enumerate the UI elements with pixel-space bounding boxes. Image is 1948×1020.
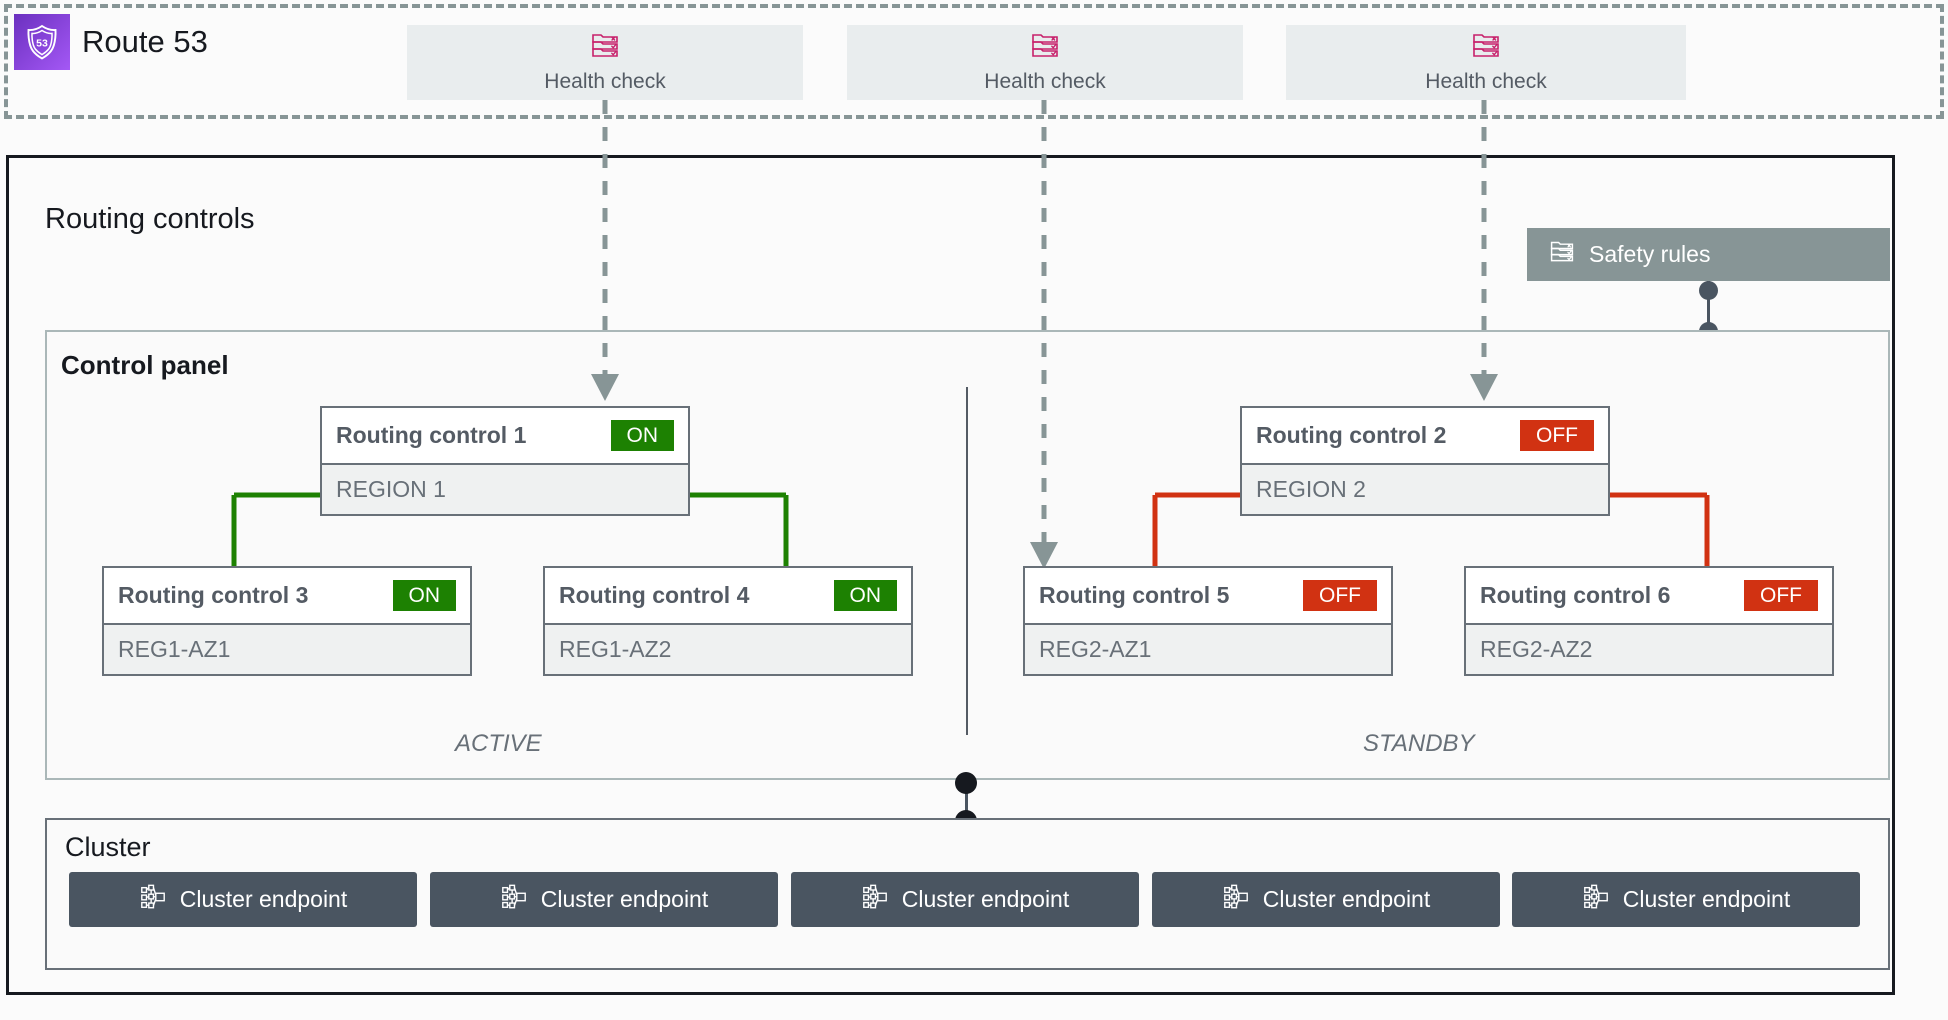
routing-control-header: Routing control 1 ON [322, 408, 688, 465]
cluster-endpoint-label: Cluster endpoint [1262, 886, 1431, 912]
routing-control-header: Routing control 6 OFF [1466, 568, 1832, 625]
status-badge[interactable]: ON [610, 420, 674, 451]
cluster-endpoint-3[interactable]: Cluster endpoint [791, 872, 1139, 927]
routing-control-header: Routing control 2 OFF [1242, 408, 1608, 465]
routing-control-4[interactable]: Routing control 4 ON REG1-AZ2 [543, 566, 913, 676]
cluster-endpoint-label: Cluster endpoint [901, 886, 1070, 912]
route53-logo-text: 53 [36, 38, 48, 50]
cluster-endpoint-icon [139, 883, 167, 916]
health-check-box-1[interactable]: Health check [407, 25, 803, 100]
safety-rules-connector-dot-top [1699, 281, 1718, 300]
control-panel-title: Control panel [61, 350, 229, 380]
status-badge[interactable]: OFF [1744, 580, 1818, 611]
routing-control-region: REG1-AZ1 [104, 625, 470, 674]
routing-control-region: REG2-AZ2 [1466, 625, 1832, 674]
routing-control-region: REG1-AZ2 [545, 625, 911, 674]
cluster-endpoint-icon [1582, 883, 1610, 916]
control-panel-divider [966, 387, 968, 735]
status-badge[interactable]: OFF [1303, 580, 1377, 611]
routing-control-header: Routing control 3 ON [104, 568, 470, 625]
cluster-endpoint-label: Cluster endpoint [179, 886, 348, 912]
cluster-connector-dot-top [955, 772, 977, 794]
health-check-icon [590, 31, 620, 66]
routing-control-1[interactable]: Routing control 1 ON REGION 1 [320, 406, 690, 516]
cluster-endpoint-icon [500, 883, 528, 916]
routing-control-name: Routing control 6 [1480, 582, 1671, 608]
routing-control-region: REGION 2 [1242, 465, 1608, 514]
routing-control-name: Routing control 3 [118, 582, 309, 608]
status-badge[interactable]: ON [392, 580, 456, 611]
health-check-box-2[interactable]: Health check [847, 25, 1243, 100]
health-check-label: Health check [984, 70, 1106, 93]
routing-control-name: Routing control 5 [1039, 582, 1230, 608]
routing-controls-title: Routing controls [45, 203, 255, 235]
routing-control-3[interactable]: Routing control 3 ON REG1-AZ1 [102, 566, 472, 676]
routing-control-header: Routing control 4 ON [545, 568, 911, 625]
status-badge[interactable]: ON [833, 580, 897, 611]
routing-control-2[interactable]: Routing control 2 OFF REGION 2 [1240, 406, 1610, 516]
mode-label-standby: STANDBY [1363, 730, 1475, 757]
cluster-endpoint-icon [1222, 883, 1250, 916]
routing-control-region: REG2-AZ1 [1025, 625, 1391, 674]
health-check-label: Health check [1425, 70, 1547, 93]
cluster-endpoint-1[interactable]: Cluster endpoint [69, 872, 417, 927]
health-check-box-3[interactable]: Health check [1286, 25, 1686, 100]
routing-control-name: Routing control 4 [559, 582, 750, 608]
routing-control-6[interactable]: Routing control 6 OFF REG2-AZ2 [1464, 566, 1834, 676]
route53-logo-icon: 53 [14, 14, 70, 70]
status-badge[interactable]: OFF [1520, 420, 1594, 451]
cluster-endpoint-5[interactable]: Cluster endpoint [1512, 872, 1860, 927]
cluster-endpoint-label: Cluster endpoint [540, 886, 709, 912]
routing-control-name: Routing control 2 [1256, 422, 1447, 448]
cluster-endpoint-4[interactable]: Cluster endpoint [1152, 872, 1500, 927]
health-check-icon [1471, 31, 1501, 66]
routing-control-header: Routing control 5 OFF [1025, 568, 1391, 625]
safety-rules-box[interactable]: Safety rules [1527, 228, 1890, 281]
health-check-icon [1030, 31, 1060, 66]
safety-rules-label: Safety rules [1589, 241, 1711, 267]
cluster-endpoint-label: Cluster endpoint [1622, 886, 1791, 912]
mode-label-active: ACTIVE [455, 730, 542, 757]
route53-title: Route 53 [82, 24, 208, 59]
safety-rules-icon [1549, 239, 1575, 270]
cluster-title: Cluster [65, 832, 151, 862]
routing-control-region: REGION 1 [322, 465, 688, 514]
routing-control-5[interactable]: Routing control 5 OFF REG2-AZ1 [1023, 566, 1393, 676]
health-check-label: Health check [544, 70, 666, 93]
cluster-endpoint-2[interactable]: Cluster endpoint [430, 872, 778, 927]
cluster-endpoint-icon [861, 883, 889, 916]
routing-control-name: Routing control 1 [336, 422, 527, 448]
